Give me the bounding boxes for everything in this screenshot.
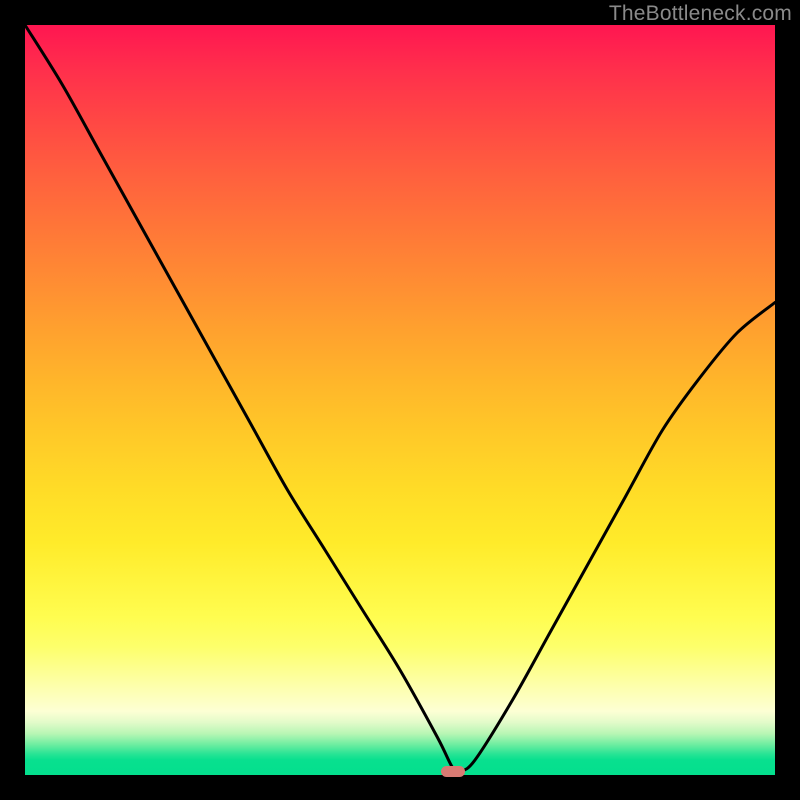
bottleneck-curve [25, 25, 775, 772]
chart-frame: TheBottleneck.com [0, 0, 800, 800]
watermark-text: TheBottleneck.com [609, 2, 792, 26]
plot-area [25, 25, 775, 775]
minimum-marker [441, 766, 465, 777]
curve-svg [25, 25, 775, 775]
